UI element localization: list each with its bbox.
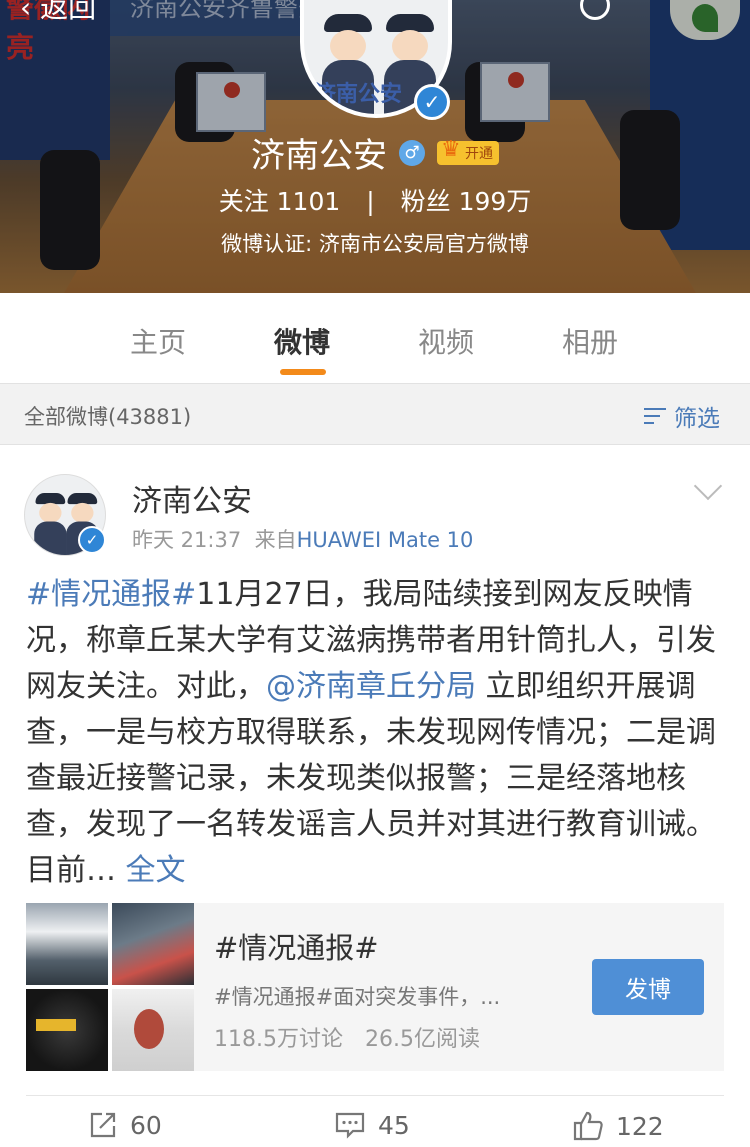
post-meta: 昨天 21:37 来自HUAWEI Mate 10 bbox=[132, 524, 473, 554]
post-time: 昨天 21:37 bbox=[132, 528, 242, 552]
divider bbox=[26, 1095, 724, 1096]
all-posts-count[interactable]: 全部微博(43881) bbox=[24, 401, 191, 431]
back-button[interactable]: ‹ 返回 bbox=[20, 0, 96, 26]
stats-separator: | bbox=[366, 187, 375, 216]
gender-male-icon: ♂ bbox=[399, 139, 425, 166]
follow-stats: 关注 1101 | 粉丝 199万 bbox=[0, 182, 750, 218]
tab-home[interactable]: 主页 bbox=[130, 321, 186, 361]
following-link[interactable]: 关注 1101 bbox=[219, 187, 341, 216]
tab-weibo[interactable]: 微博 bbox=[274, 321, 330, 361]
thumbs-up-icon bbox=[573, 1111, 603, 1141]
back-label: 返回 bbox=[40, 0, 97, 24]
topic-thumbnails bbox=[26, 903, 194, 1071]
police-cartoon-figure bbox=[33, 493, 68, 555]
post-source-prefix: 来自 bbox=[254, 528, 297, 552]
topic-title: #情况通报# bbox=[214, 931, 379, 965]
topic-thumbnail-image bbox=[26, 989, 108, 1071]
fans-label: 粉丝 bbox=[400, 187, 451, 216]
repost-count: 60 bbox=[130, 1110, 162, 1140]
chevron-down-icon[interactable] bbox=[693, 471, 723, 501]
vip-open-badge[interactable]: 开通 bbox=[437, 137, 499, 165]
profile-name: 济南公安 bbox=[251, 136, 387, 176]
filter-label: 筛选 bbox=[674, 406, 720, 432]
repost-button[interactable]: 60 bbox=[88, 1110, 162, 1140]
post-hashtag-link[interactable]: #情况通报# bbox=[26, 577, 196, 612]
like-button[interactable]: 122 bbox=[572, 1110, 664, 1142]
filter-button[interactable]: 筛选 bbox=[644, 399, 720, 433]
topic-card[interactable]: #情况通报# #情况通报#面对突发事件，... 118.5万讨论 26.5亿阅读 … bbox=[26, 903, 724, 1071]
filter-bar: 全部微博(43881) 筛选 bbox=[0, 383, 750, 445]
like-count: 122 bbox=[616, 1111, 664, 1141]
fans-count: 199万 bbox=[458, 187, 532, 216]
active-tab-indicator bbox=[280, 369, 326, 375]
back-arrow-icon: ‹ bbox=[20, 0, 32, 24]
full-text-link[interactable]: 全文 bbox=[126, 853, 186, 888]
mention-link[interactable]: @济南章丘分局 bbox=[266, 669, 476, 704]
verification-text: 微博认证: 济南市公安局官方微博 bbox=[221, 232, 529, 256]
post-author-name[interactable]: 济南公安 bbox=[132, 476, 252, 520]
topic-discussions: 118.5万讨论 bbox=[214, 1027, 343, 1052]
profile-name-row: 济南公安 ♂ 开通 bbox=[0, 128, 750, 177]
following-count: 1101 bbox=[276, 187, 341, 216]
profile-tabs: 主页 微博 视频 相册 bbox=[0, 293, 750, 383]
filter-icon bbox=[644, 405, 668, 427]
comment-count: 45 bbox=[378, 1110, 410, 1140]
post-body: #情况通报#11月27日，我局陆续接到网友反映情况，称章丘某大学有艾滋病携带者用… bbox=[26, 572, 726, 894]
topic-description: #情况通报#面对突发事件，... bbox=[214, 985, 501, 1009]
avatar-name-text: 济南公安 bbox=[314, 82, 403, 107]
repost-icon bbox=[90, 1112, 116, 1138]
topic-thumbnail-image bbox=[112, 903, 194, 985]
tab-video[interactable]: 视频 bbox=[418, 321, 474, 361]
topic-thumbnail-image bbox=[26, 903, 108, 985]
verified-badge-icon: ✓ bbox=[414, 84, 450, 120]
post-source[interactable]: HUAWEI Mate 10 bbox=[297, 528, 474, 552]
fans-link[interactable]: 粉丝 199万 bbox=[401, 187, 532, 216]
tab-album[interactable]: 相册 bbox=[562, 321, 618, 361]
topic-reads: 26.5亿阅读 bbox=[364, 1027, 480, 1052]
comment-button[interactable]: 45 bbox=[334, 1110, 410, 1140]
verified-badge-icon: ✓ bbox=[78, 526, 106, 554]
following-label: 关注 bbox=[218, 187, 269, 216]
topic-stats: 118.5万讨论 26.5亿阅读 bbox=[214, 1021, 480, 1053]
comment-icon bbox=[335, 1112, 365, 1139]
topic-thumbnail-image bbox=[112, 989, 194, 1071]
post-to-topic-button[interactable]: 发博 bbox=[592, 959, 704, 1015]
